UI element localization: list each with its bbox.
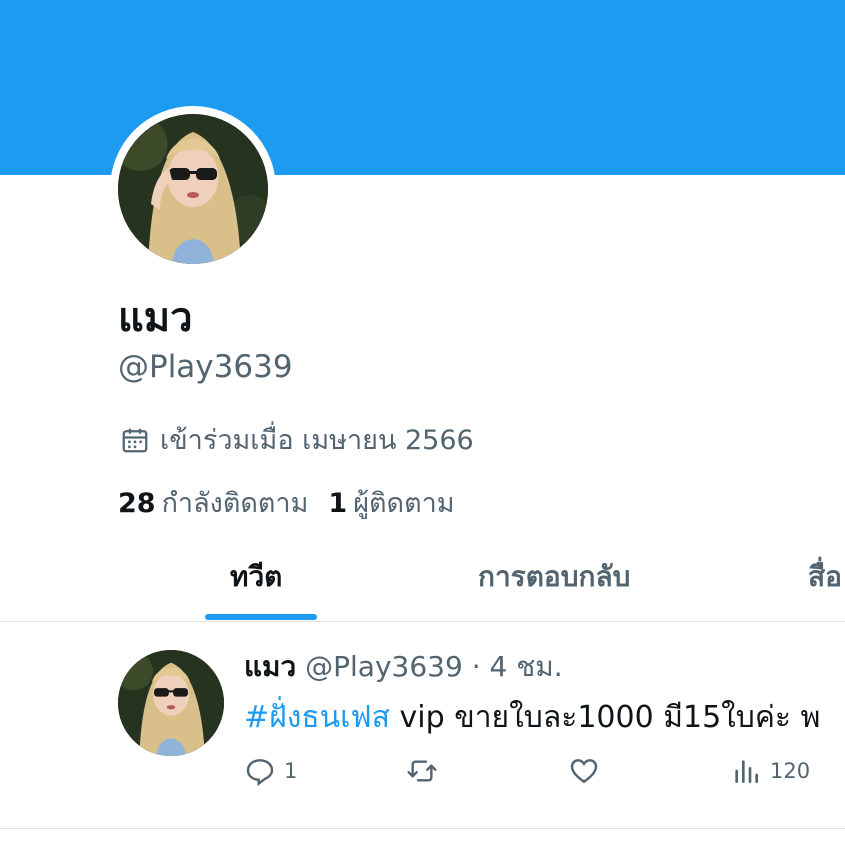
tweet-time[interactable]: 4 ชม.	[490, 650, 563, 683]
display-name: แมว	[118, 295, 193, 341]
tweet-text: #ฝั่งธนเฟส vip ขายใบละ1000 มี15ใบค่ะ พ	[244, 698, 820, 738]
following-count: 28	[118, 488, 156, 519]
views-icon	[735, 760, 758, 783]
views-count: 120	[770, 759, 811, 783]
retweet-button[interactable]	[406, 755, 446, 787]
like-button[interactable]	[568, 755, 608, 787]
tweet-author-name[interactable]: แมว	[244, 650, 296, 683]
calendar-icon	[122, 428, 148, 452]
followers-link[interactable]: 1 ผู้ติดตาม	[328, 481, 454, 524]
followers-label: ผู้ติดตาม	[353, 488, 455, 519]
joined-text: เข้าร่วมเมื่อ เมษายน 2566	[160, 425, 474, 456]
followers-count: 1	[328, 488, 348, 519]
following-label: กำลังติดตาม	[161, 488, 309, 519]
tweet-separator: ·	[471, 650, 481, 683]
tab-tweets[interactable]: ทวีต	[230, 540, 282, 621]
tweet-body-text: vip ขายใบละ1000 มี15ใบค่ะ พ	[390, 700, 821, 735]
tweet-hashtag[interactable]: #ฝั่งธนเฟส	[244, 700, 390, 735]
joined-date: เข้าร่วมเมื่อ เมษายน 2566	[120, 418, 474, 461]
views-button[interactable]: 120	[730, 755, 810, 787]
follow-stats: 28 กำลังติดตาม 1 ผู้ติดตาม	[118, 481, 455, 524]
tab-media[interactable]: สื่อ	[808, 540, 842, 621]
tweet-header: แมว @Play3639 · 4 ชม.	[244, 648, 563, 686]
profile-avatar[interactable]	[118, 114, 268, 264]
following-link[interactable]: 28 กำลังติดตาม	[118, 481, 308, 524]
reply-button[interactable]: 1	[244, 755, 297, 787]
tweet-divider	[0, 828, 845, 829]
active-tab-indicator	[205, 614, 317, 620]
tweet-avatar[interactable]	[118, 650, 224, 756]
tweet-actions: 1 120	[0, 755, 845, 795]
reply-icon	[246, 759, 274, 787]
reply-count: 1	[284, 759, 298, 783]
profile-tabs: ทวีต การตอบกลับ สื่อ	[0, 540, 845, 622]
retweet-icon	[407, 760, 437, 782]
tweet-author-handle[interactable]: @Play3639	[305, 650, 463, 683]
like-icon	[570, 759, 598, 784]
profile-handle: @Play3639	[118, 349, 293, 385]
tab-replies[interactable]: การตอบกลับ	[478, 540, 630, 621]
